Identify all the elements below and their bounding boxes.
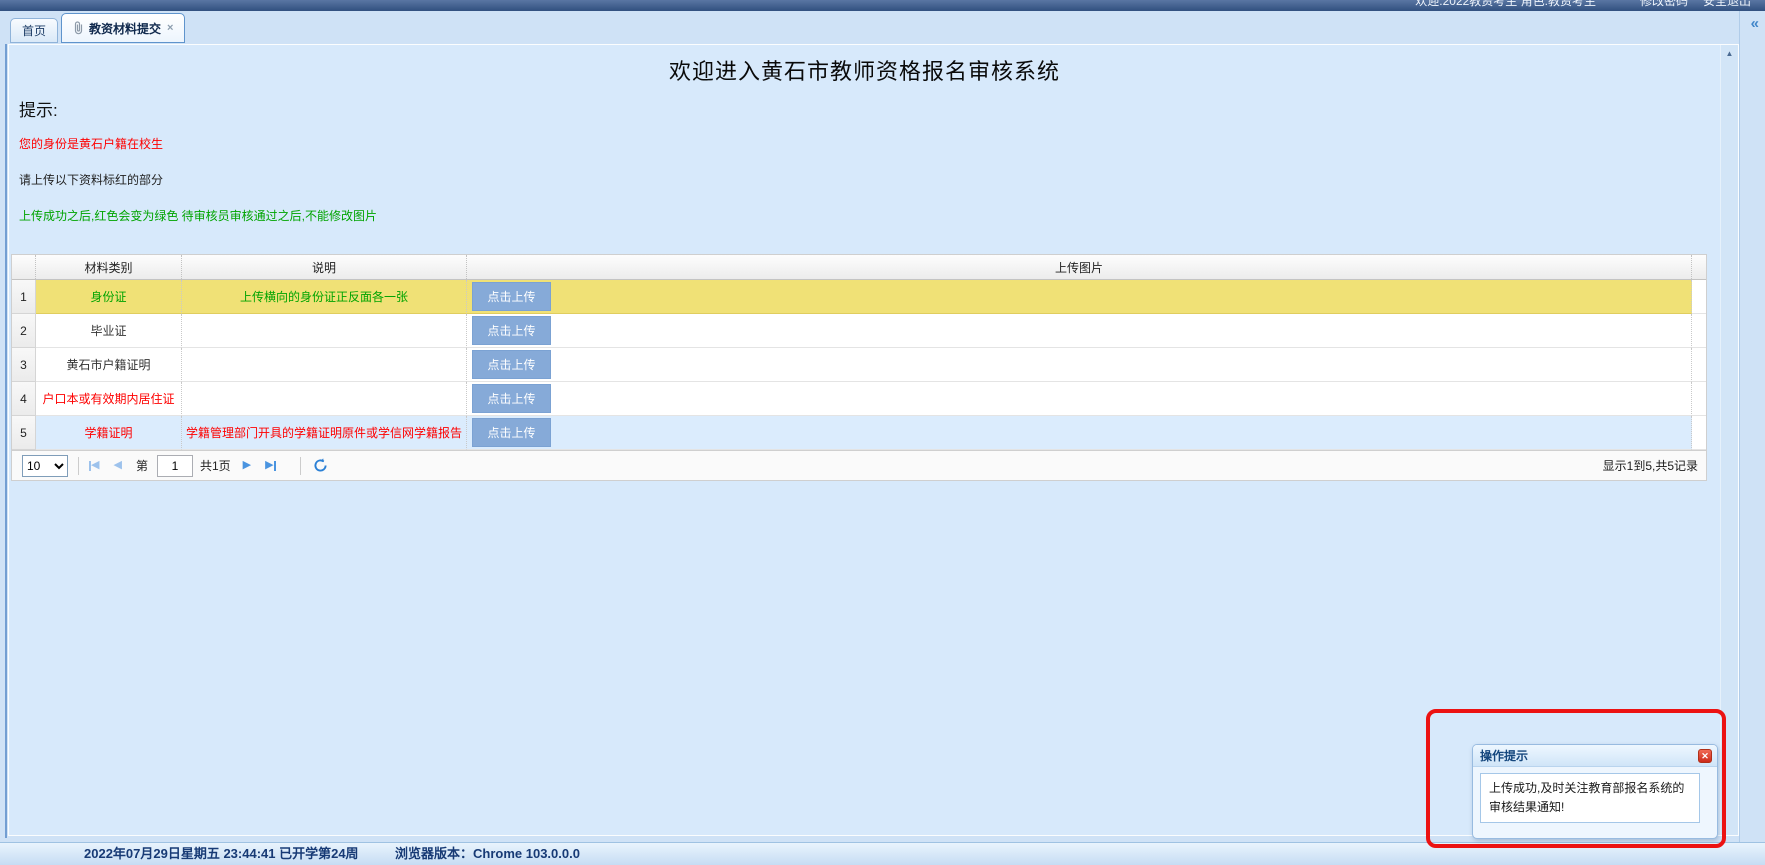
category-cell: 毕业证 <box>36 314 182 348</box>
description-cell <box>182 382 467 416</box>
tab-home[interactable]: 首页 <box>10 18 58 43</box>
table-row[interactable]: 2 毕业证 点击上传 <box>12 314 1706 348</box>
table-row[interactable]: 5 学籍证明 学籍管理部门开具的学籍证明原件或学信网学籍报告 点击上传 <box>12 416 1706 450</box>
row-number-cell: 5 <box>12 416 36 450</box>
hint-identity: 您的身份是黄石户籍在校生 <box>19 135 1720 152</box>
popup-message: 上传成功,及时关注教育部报名系统的审核结果通知! <box>1480 773 1700 823</box>
status-browser-version: 浏览器版本：Chrome 103.0.0.0 <box>395 843 580 864</box>
prev-page-button[interactable]: ◀ <box>113 460 121 471</box>
description-cell: 学籍管理部门开具的学籍证明原件或学信网学籍报告 <box>182 416 467 450</box>
pagination-bar: 10 ◀ ◀ 第 共1页 ▶ ▶ 显示1到5,共5记录 <box>11 451 1707 481</box>
grid-body: 1 身份证 上传横向的身份证正反面各一张 点击上传 2 毕业证 点击上传 3 黄… <box>12 280 1706 450</box>
row-filler <box>1692 280 1706 314</box>
row-number-cell: 1 <box>12 280 36 314</box>
header-upload: 上传图片 <box>467 255 1692 279</box>
paperclip-icon <box>73 21 84 35</box>
popup-header[interactable]: 操作提示 ✕ <box>1473 745 1717 767</box>
record-summary: 显示1到5,共5记录 <box>1603 457 1706 474</box>
upload-button[interactable]: 点击上传 <box>472 418 551 447</box>
header-filler <box>1692 255 1706 279</box>
header-description: 说明 <box>182 255 467 279</box>
last-page-button[interactable]: ▶ <box>265 460 275 471</box>
upload-button[interactable]: 点击上传 <box>472 316 551 345</box>
hint-label: 提示: <box>19 96 1720 121</box>
right-panel-divider <box>1739 11 1740 843</box>
row-filler <box>1692 314 1706 348</box>
vertical-scrollbar[interactable]: ▲ <box>1720 45 1738 835</box>
table-header-row: 材料类别 说明 上传图片 <box>12 255 1706 280</box>
status-datetime: 2022年07月29日星期五 23:44:41 已开学第24周 <box>84 843 359 864</box>
tab-bar: 首页 教资材料提交 × <box>6 12 185 43</box>
page-label-suffix: 共1页 <box>200 457 231 474</box>
popup-title: 操作提示 <box>1473 747 1528 764</box>
upload-cell: 点击上传 <box>467 416 1692 450</box>
upload-button[interactable]: 点击上传 <box>472 384 551 413</box>
tab-close-icon[interactable]: × <box>167 22 173 34</box>
upload-cell: 点击上传 <box>467 280 1692 314</box>
popup-body: 上传成功,及时关注教育部报名系统的审核结果通知! <box>1473 767 1717 829</box>
message-popup: 操作提示 ✕ 上传成功,及时关注教育部报名系统的审核结果通知! <box>1472 744 1718 839</box>
table-row[interactable]: 3 黄石市户籍证明 点击上传 <box>12 348 1706 382</box>
header-rownum <box>12 255 36 279</box>
tab-material-submit[interactable]: 教资材料提交 × <box>61 13 185 43</box>
hint-block: 提示: 您的身份是黄石户籍在校生 请上传以下资料标红的部分 上传成功之后,红色会… <box>19 96 1720 224</box>
upload-cell: 点击上传 <box>467 348 1692 382</box>
tab-home-label: 首页 <box>22 22 46 39</box>
page-number-input[interactable] <box>157 455 193 477</box>
panel-left-edge <box>5 44 7 838</box>
row-number-cell: 4 <box>12 382 36 416</box>
content-panel: 欢迎进入黄石市教师资格报名审核系统 提示: 您的身份是黄石户籍在校生 请上传以下… <box>8 44 1739 836</box>
page-label-prefix: 第 <box>136 457 148 474</box>
upload-button[interactable]: 点击上传 <box>472 350 551 379</box>
material-table: 材料类别 说明 上传图片 1 身份证 上传横向的身份证正反面各一张 点击上传 2… <box>11 254 1707 451</box>
table-row[interactable]: 1 身份证 上传横向的身份证正反面各一张 点击上传 <box>12 280 1706 314</box>
upload-cell: 点击上传 <box>467 382 1692 416</box>
refresh-icon[interactable] <box>313 458 328 473</box>
popup-close-icon[interactable]: ✕ <box>1698 749 1712 763</box>
change-password-link[interactable]: 修改密码 <box>1640 0 1688 9</box>
top-bar: 欢迎:2022教资考生 角色:教资考生 修改密码 安全退出 <box>0 0 1765 11</box>
tab-material-submit-label: 教资材料提交 <box>89 20 161 37</box>
row-filler <box>1692 348 1706 382</box>
pager-separator <box>78 457 79 475</box>
collapse-panel-icon[interactable]: « <box>1751 15 1759 32</box>
description-cell <box>182 348 467 382</box>
category-cell: 黄石市户籍证明 <box>36 348 182 382</box>
row-filler <box>1692 382 1706 416</box>
pager-separator-2 <box>300 457 301 475</box>
category-cell: 户口本或有效期内居住证 <box>36 382 182 416</box>
description-cell <box>182 314 467 348</box>
hint-upload: 请上传以下资料标红的部分 <box>19 171 1720 188</box>
description-cell: 上传横向的身份证正反面各一张 <box>182 280 467 314</box>
scroll-up-icon[interactable]: ▲ <box>1721 45 1738 62</box>
page-title: 欢迎进入黄石市教师资格报名审核系统 <box>9 54 1720 86</box>
category-cell: 学籍证明 <box>36 416 182 450</box>
upload-button[interactable]: 点击上传 <box>472 282 551 311</box>
first-page-button[interactable]: ◀ <box>89 460 99 471</box>
row-number-cell: 3 <box>12 348 36 382</box>
category-cell: 身份证 <box>36 280 182 314</box>
welcome-text: 欢迎:2022教资考生 角色:教资考生 <box>1415 0 1596 9</box>
status-bar: 2022年07月29日星期五 23:44:41 已开学第24周 浏览器版本：Ch… <box>0 842 1765 865</box>
row-number-cell: 2 <box>12 314 36 348</box>
row-filler <box>1692 416 1706 450</box>
upload-cell: 点击上传 <box>467 314 1692 348</box>
logout-link[interactable]: 安全退出 <box>1703 0 1751 9</box>
table-row[interactable]: 4 户口本或有效期内居住证 点击上传 <box>12 382 1706 416</box>
next-page-button[interactable]: ▶ <box>243 460 251 471</box>
header-category: 材料类别 <box>36 255 182 279</box>
hint-success: 上传成功之后,红色会变为绿色 待审核员审核通过之后,不能修改图片 <box>19 207 1720 224</box>
page-size-select[interactable]: 10 <box>22 455 68 477</box>
